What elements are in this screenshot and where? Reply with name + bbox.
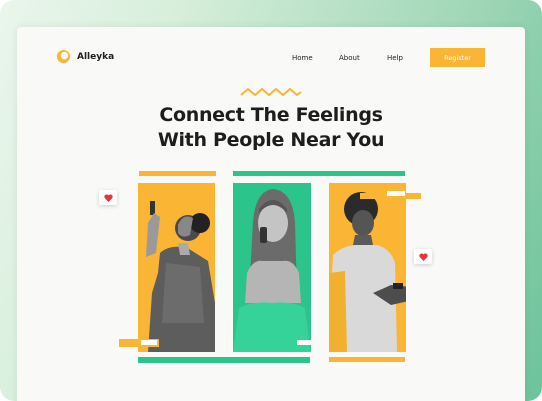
photo-man-texting <box>329 183 406 352</box>
accent-bar <box>233 171 405 176</box>
accent-bar <box>141 340 157 345</box>
photo-woman-selfie <box>138 183 215 352</box>
heart-icon <box>103 193 113 202</box>
accent-bar <box>387 191 405 196</box>
hero-title-line-1: Connect The Feelings <box>159 104 383 126</box>
nav-help[interactable]: Help <box>387 54 403 62</box>
squiggle-icon <box>240 88 302 96</box>
hero-title-line-2: With People Near You <box>157 129 385 151</box>
browser-frame: Alleyka Home About Help Register Connect… <box>0 0 542 401</box>
brand-name: Alleyka <box>77 51 115 62</box>
accent-bar <box>138 357 310 363</box>
accent-bar <box>297 340 311 345</box>
accent-bar <box>329 357 405 362</box>
landing-page: Alleyka Home About Help Register Connect… <box>17 27 525 401</box>
brand-logo[interactable]: Alleyka <box>56 49 114 64</box>
register-button[interactable]: Register <box>430 48 485 67</box>
nav-home[interactable]: Home <box>292 54 313 62</box>
logo-icon <box>56 49 71 64</box>
like-badge[interactable] <box>414 249 432 264</box>
photo-woman-phone <box>233 183 311 352</box>
accent-bar <box>139 171 216 176</box>
like-badge[interactable] <box>99 190 117 205</box>
nav-about[interactable]: About <box>339 54 360 62</box>
heart-icon <box>418 252 428 261</box>
